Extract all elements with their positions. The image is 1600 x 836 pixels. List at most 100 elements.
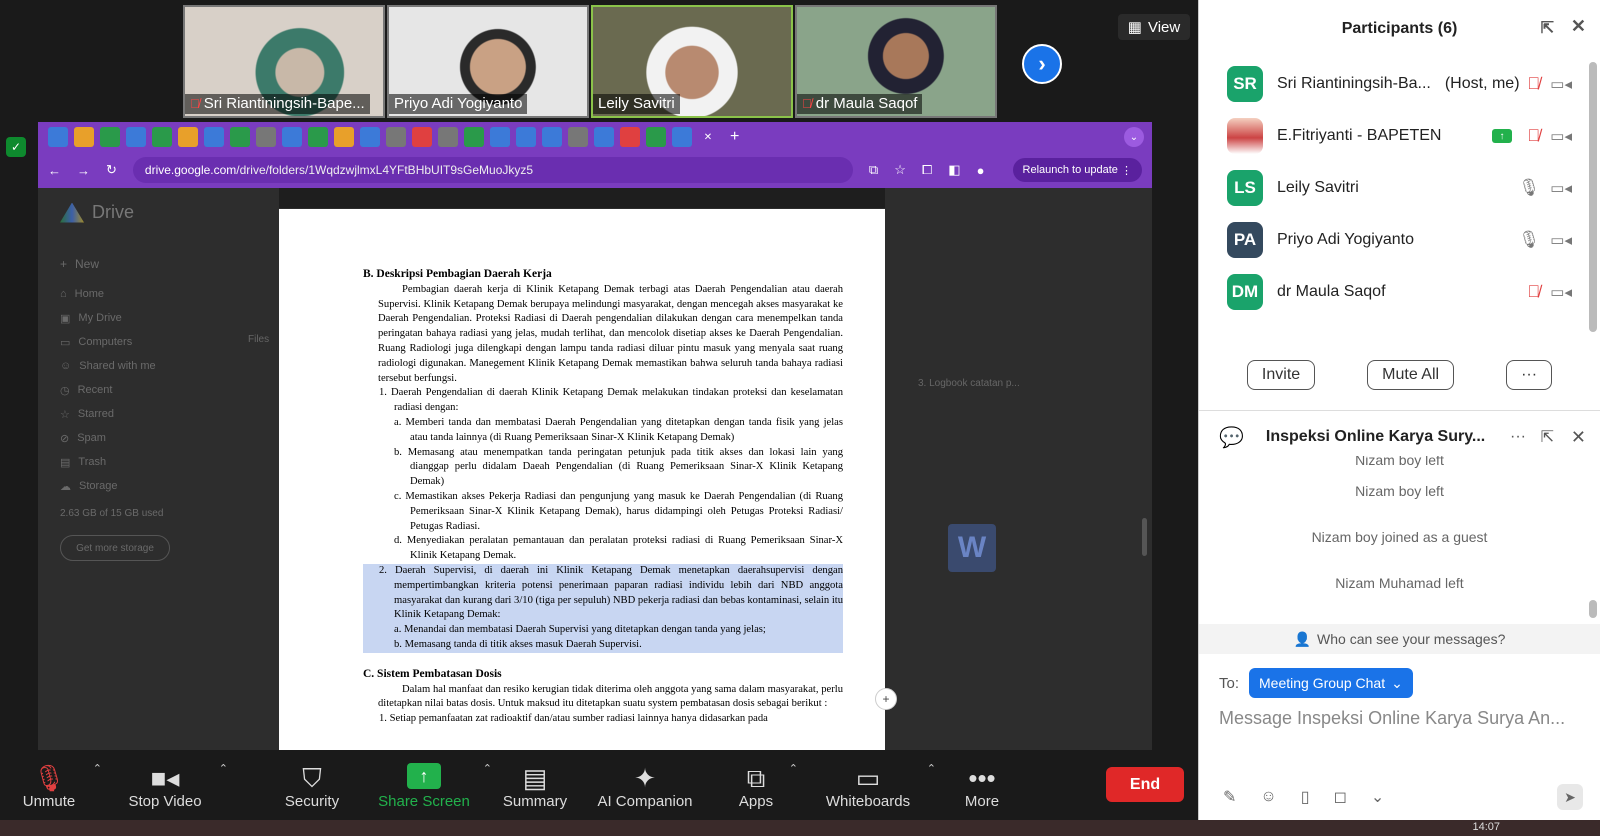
tab-close-icon[interactable]: ✕ xyxy=(698,127,718,147)
sidebar-item[interactable]: ☁ Storage xyxy=(60,474,260,498)
browser-tab-icon[interactable] xyxy=(438,127,458,147)
forward-icon[interactable]: → xyxy=(77,163,90,178)
browser-tab-icon[interactable] xyxy=(152,127,172,147)
pop-out-icon[interactable]: ⇱ xyxy=(1541,427,1554,447)
video-tile[interactable]: 🎙̸ Sri Riantiningsih-Bape... xyxy=(183,5,385,118)
format-icon[interactable]: ✎ xyxy=(1223,787,1236,807)
bookmark-star-icon[interactable]: ☆ xyxy=(894,162,906,178)
browser-tab-icon[interactable] xyxy=(204,127,224,147)
close-icon[interactable]: ✕ xyxy=(1571,427,1586,448)
sidebar-item[interactable]: ◷ Recent xyxy=(60,378,260,402)
video-tile-active-speaker[interactable]: Leily Savitri xyxy=(591,5,793,118)
encryption-shield-icon[interactable]: ✓ xyxy=(6,137,26,157)
new-tab-icon[interactable]: + xyxy=(730,128,739,146)
sidebar-item[interactable]: ▤ Trash xyxy=(60,450,260,474)
browser-tab-icon[interactable] xyxy=(594,127,614,147)
browser-tab-icon[interactable] xyxy=(542,127,562,147)
summary-button[interactable]: ▤ Summary xyxy=(500,758,570,814)
video-tile[interactable]: 🎙̸ dr Maula Saqof xyxy=(795,5,997,118)
chevron-up-icon[interactable]: ⌃ xyxy=(93,762,102,775)
browser-tab-icon[interactable] xyxy=(100,127,120,147)
profile-avatar-icon[interactable]: ● xyxy=(977,163,985,178)
browser-tab-icon[interactable] xyxy=(386,127,406,147)
invite-button[interactable]: Invite xyxy=(1246,360,1316,390)
participant-row[interactable]: SR Sri Riantiningsih-Ba... (Host, me) 🎙̸ ▭◂ xyxy=(1199,58,1600,110)
browser-tab-icon[interactable] xyxy=(490,127,510,147)
pop-out-icon[interactable]: ⇱ xyxy=(1541,18,1554,38)
browser-tab-strip: ✕ + ⌄ xyxy=(38,122,1152,152)
browser-tab-icon[interactable] xyxy=(568,127,588,147)
participant-row[interactable]: DM dr Maula Saqof 🎙̸ ▭◂ xyxy=(1199,266,1600,318)
file-row[interactable]: 3. Logbook catatan p... xyxy=(918,378,1020,389)
scrollbar[interactable] xyxy=(1142,518,1147,556)
browser-tab-icon[interactable] xyxy=(308,127,328,147)
browser-tab-icon[interactable] xyxy=(178,127,198,147)
browser-tab-icon[interactable] xyxy=(672,127,692,147)
sidebar-item[interactable]: ⊘ Spam xyxy=(60,426,260,450)
participant-row[interactable]: LS Leily Savitri 🎙 ▭◂ xyxy=(1199,162,1600,214)
browser-tab-icon[interactable] xyxy=(74,127,94,147)
more-button[interactable]: ••• More xyxy=(960,758,1004,814)
browser-tab-icon[interactable] xyxy=(126,127,146,147)
more-options-button[interactable]: ··· xyxy=(1506,360,1553,390)
reload-icon[interactable]: ↻ xyxy=(106,162,117,178)
chat-more-icon[interactable]: ··· xyxy=(1510,428,1526,446)
extensions-icon[interactable]: ⧠ xyxy=(922,162,932,178)
security-button[interactable]: ⛉ Security xyxy=(280,758,344,814)
side-panel-icon[interactable]: ◧ xyxy=(948,162,960,178)
avatar: PA xyxy=(1227,222,1263,258)
browser-tab-icon[interactable] xyxy=(360,127,380,147)
browser-tab-icon[interactable] xyxy=(256,127,276,147)
recipient-dropdown[interactable]: Meeting Group Chat ⌄ xyxy=(1249,668,1413,698)
sidebar-item[interactable]: ☺ Shared with me xyxy=(60,354,260,378)
browser-tab-icon[interactable] xyxy=(334,127,354,147)
participant-row[interactable]: PA Priyo Adi Yogiyanto 🎙 ▭◂ xyxy=(1199,214,1600,266)
install-icon[interactable]: ⧉ xyxy=(869,162,878,178)
browser-tab-icon[interactable] xyxy=(516,127,536,147)
browser-tab-icon[interactable] xyxy=(464,127,484,147)
sidebar-item[interactable]: ▣ My Drive xyxy=(60,306,260,330)
stop-video-button[interactable]: ■◂ Stop Video ⌃ xyxy=(124,758,228,814)
file-icon[interactable]: ▯ xyxy=(1301,787,1310,807)
browser-tab-icon[interactable] xyxy=(282,127,302,147)
chat-scrollbar[interactable] xyxy=(1589,600,1597,618)
browser-tab-icon[interactable] xyxy=(620,127,640,147)
relaunch-button[interactable]: Relaunch to update ⋮ xyxy=(1012,158,1142,182)
chevron-up-icon[interactable]: ⌃ xyxy=(483,762,492,775)
chat-message-input[interactable]: Message Inspeksi Online Karya Surya An..… xyxy=(1219,708,1589,729)
chevron-up-icon[interactable]: ⌃ xyxy=(927,762,936,775)
emoji-icon[interactable]: ☺ xyxy=(1260,788,1276,806)
who-can-see-link[interactable]: 👤 Who can see your messages? xyxy=(1199,624,1600,654)
close-icon[interactable]: ✕ xyxy=(1571,16,1586,37)
mute-all-button[interactable]: Mute All xyxy=(1367,360,1455,390)
browser-tab-icon[interactable] xyxy=(48,127,68,147)
participant-row[interactable]: E.Fitriyanti - BAPETEN ↑ 🎙̸ ▭◂ xyxy=(1199,110,1600,162)
share-screen-button[interactable]: ↑ Share Screen ⌃ xyxy=(378,758,492,814)
whiteboards-button[interactable]: ▭ Whiteboards ⌃ xyxy=(822,758,936,814)
send-icon[interactable]: ➤ xyxy=(1557,784,1583,810)
unmute-button[interactable]: 🎙 Unmute ⌃ xyxy=(18,758,102,814)
new-button[interactable]: + New xyxy=(60,246,260,282)
screenshot-icon[interactable]: ◻ xyxy=(1334,787,1347,807)
end-meeting-button[interactable]: End xyxy=(1106,767,1184,802)
address-bar[interactable]: drive.google.com/drive/folders/1Wqdzwjlm… xyxy=(132,157,853,183)
browser-tab-icon[interactable] xyxy=(412,127,432,147)
sidebar-item[interactable]: ☆ Starred xyxy=(60,402,260,426)
tab-search-icon[interactable]: ⌄ xyxy=(1124,127,1144,147)
ai-companion-button[interactable]: ✦ AI Companion xyxy=(594,758,696,814)
view-button[interactable]: ▦ View xyxy=(1118,14,1190,40)
browser-tab-icon[interactable] xyxy=(230,127,250,147)
apps-button[interactable]: ⧉ Apps ⌃ xyxy=(736,758,798,814)
video-tile[interactable]: Priyo Adi Yogiyanto xyxy=(387,5,589,118)
sidebar-item[interactable]: ▭ Computers xyxy=(60,330,260,354)
chevron-down-icon[interactable]: ⌄ xyxy=(1371,787,1384,807)
back-icon[interactable]: ← xyxy=(48,163,61,178)
participants-scrollbar[interactable] xyxy=(1589,62,1597,332)
chevron-up-icon[interactable]: ⌃ xyxy=(219,762,228,775)
browser-tab-icon[interactable] xyxy=(646,127,666,147)
sidebar-item[interactable]: ⌂ Home xyxy=(60,282,260,306)
next-page-button[interactable]: › xyxy=(1022,44,1062,84)
chevron-up-icon[interactable]: ⌃ xyxy=(789,762,798,775)
add-comment-icon[interactable]: + xyxy=(875,688,897,710)
get-more-storage-button[interactable]: Get more storage xyxy=(60,535,170,561)
